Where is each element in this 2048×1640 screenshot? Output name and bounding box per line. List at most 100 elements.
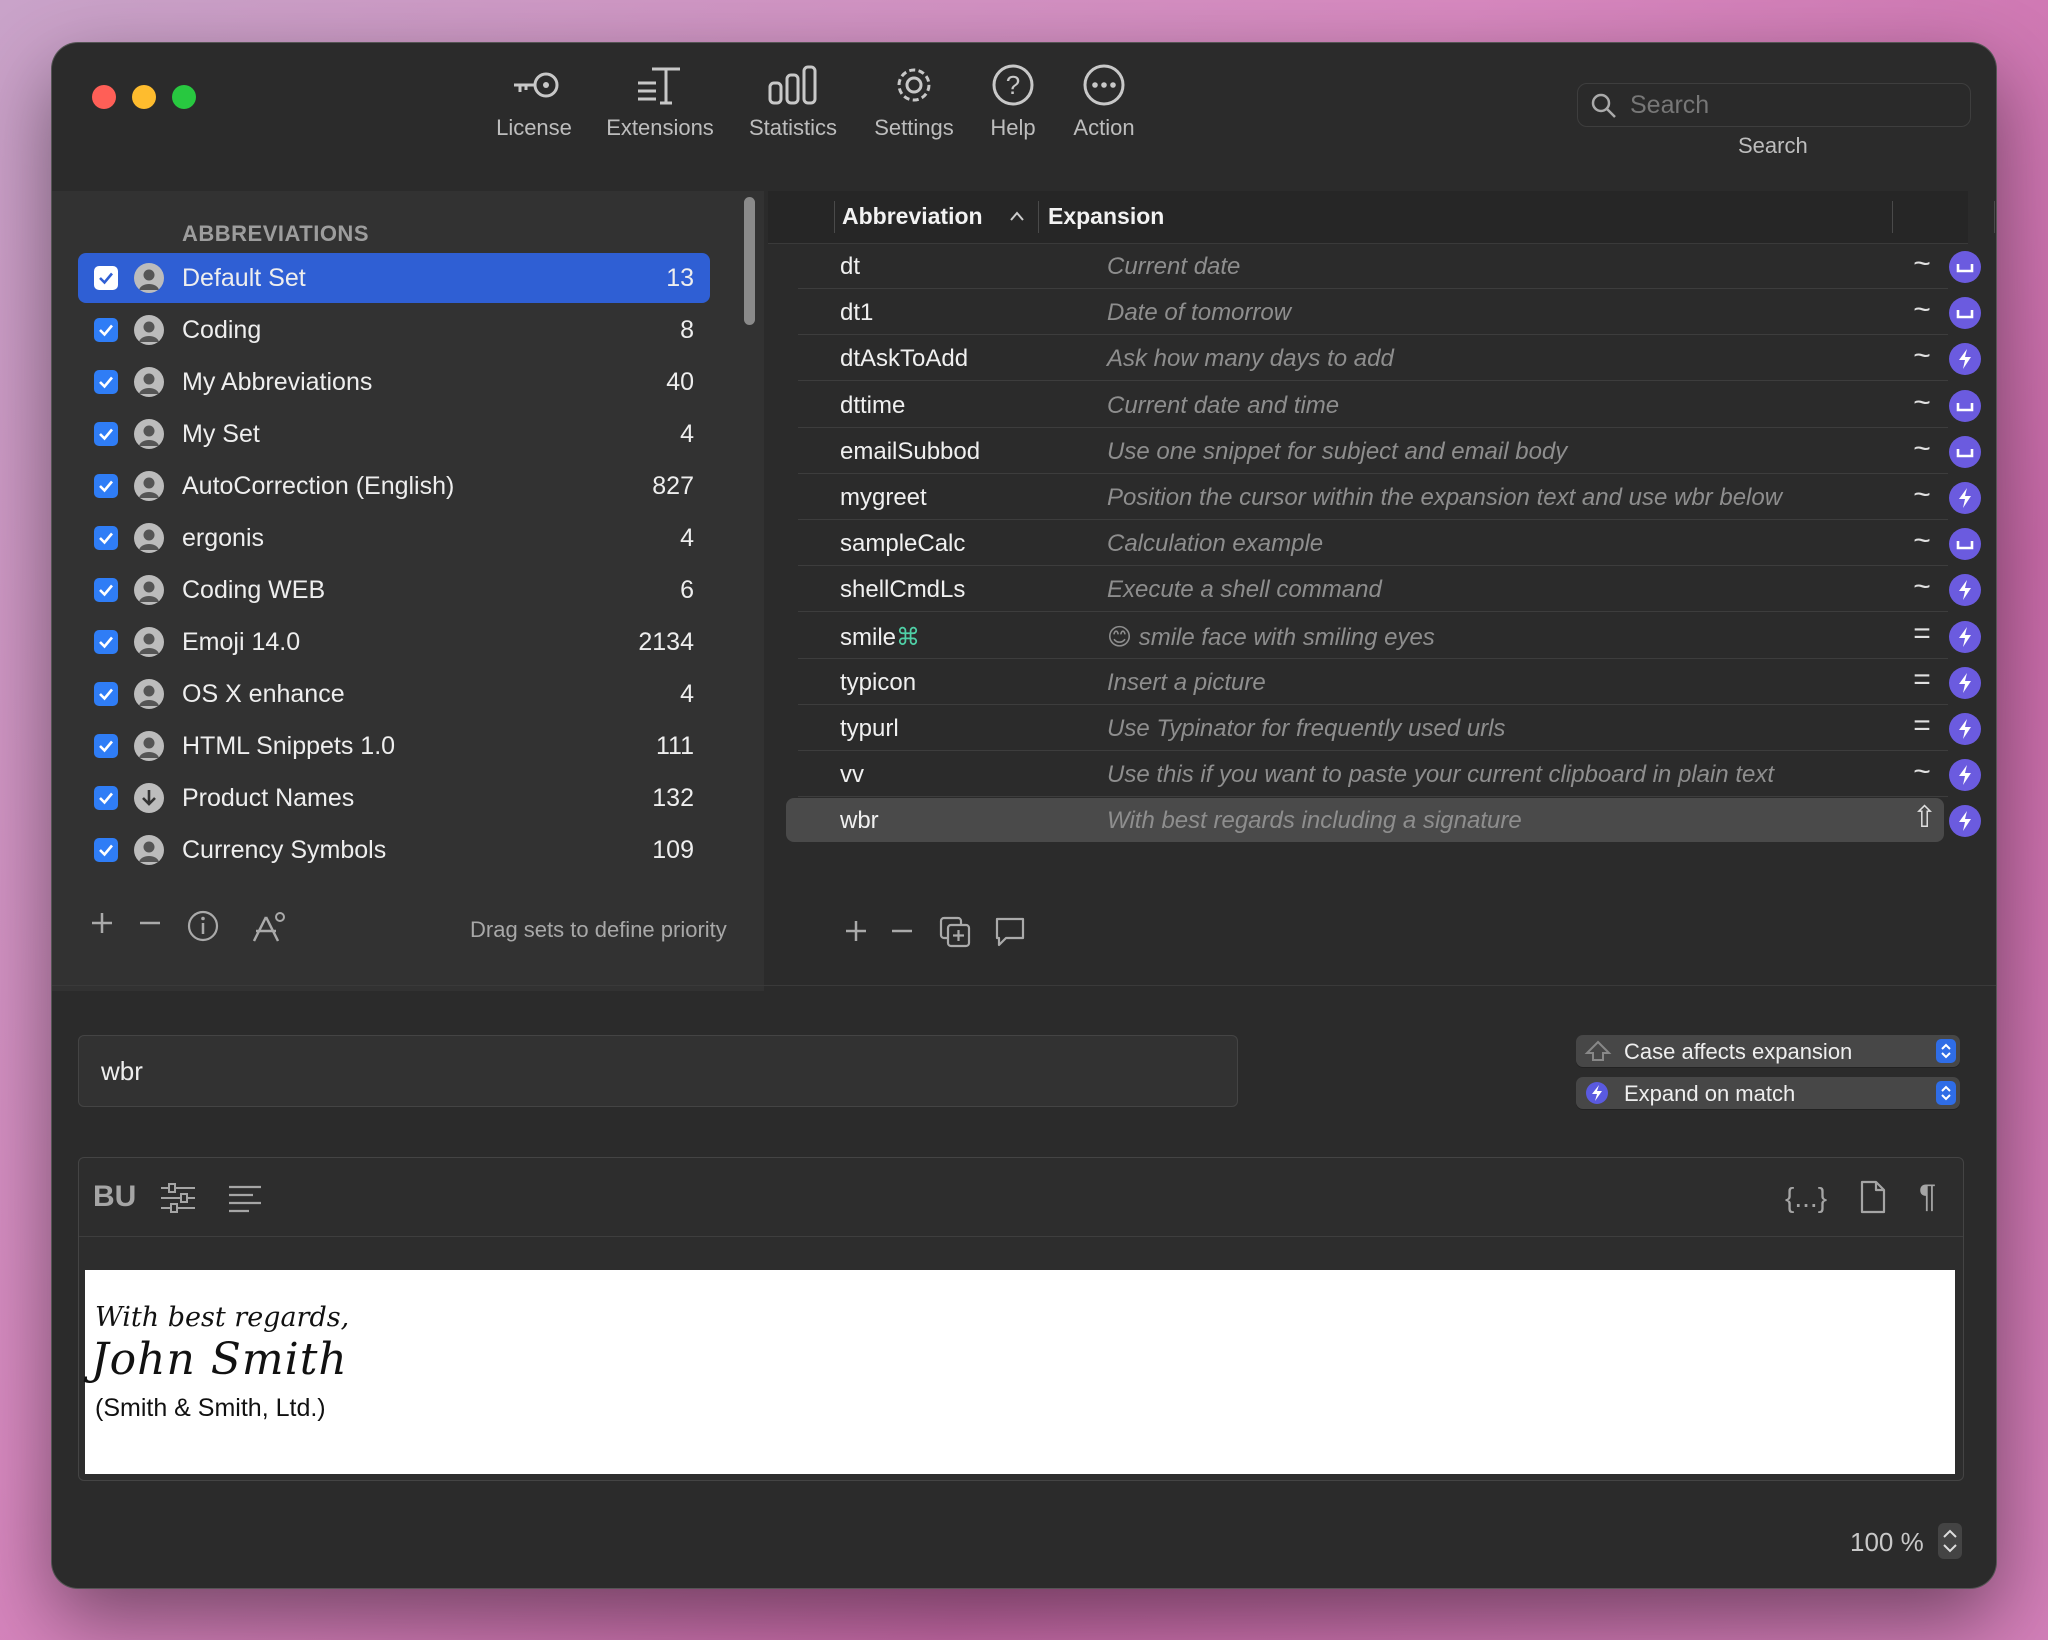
table-row[interactable]: emailSubbod Use one snippet for subject a… <box>768 428 1981 474</box>
set-item[interactable]: ergonis 4 <box>78 513 710 563</box>
column-expansion[interactable]: Expansion <box>1048 203 1164 230</box>
set-enabled-checkbox[interactable] <box>94 318 118 342</box>
expansion-cell: Use Typinator for frequently used urls <box>1107 715 1506 742</box>
appstore-icon <box>252 912 285 942</box>
duplicate-button[interactable] <box>938 915 972 954</box>
match-mode-indicator: ~ <box>1913 570 1931 604</box>
set-enabled-checkbox[interactable] <box>94 734 118 758</box>
abbreviation-cell: typicon <box>840 668 917 696</box>
set-enabled-checkbox[interactable] <box>94 526 118 550</box>
shift-icon <box>1584 1040 1612 1061</box>
table-row[interactable]: mygreet Position the cursor within the ex… <box>768 474 1981 520</box>
toolbar: License Extensions Statistics Settings ?… <box>52 61 1996 191</box>
appstore-button[interactable] <box>248 909 288 950</box>
remove-abbreviation-button[interactable] <box>888 917 916 950</box>
plus-icon <box>92 913 112 933</box>
set-item[interactable]: Coding WEB 6 <box>78 565 710 615</box>
settings-button[interactable]: Settings <box>864 61 964 181</box>
set-item[interactable]: OS X enhance 4 <box>78 669 710 719</box>
person-icon <box>134 419 164 449</box>
scrollbar-thumb[interactable] <box>744 197 755 325</box>
set-item[interactable]: My Set 4 <box>78 409 710 459</box>
show-invisibles-button[interactable]: ¶ <box>1919 1178 1936 1215</box>
space-icon <box>1949 389 1981 422</box>
set-item[interactable]: Currency Symbols 109 <box>78 825 710 875</box>
command-symbol: ⌘ <box>896 623 921 651</box>
set-enabled-checkbox[interactable] <box>94 786 118 810</box>
set-item[interactable]: Default Set 13 <box>78 253 710 303</box>
set-item[interactable]: Coding 8 <box>78 305 710 355</box>
action-button[interactable]: Action <box>1064 61 1144 181</box>
table-row[interactable]: wbr With best regards including a signatu… <box>768 797 1981 843</box>
match-mode-indicator: = <box>1913 709 1931 742</box>
expansion-content[interactable]: With best regards, John Smith (Smith & S… <box>85 1270 1955 1474</box>
plus-icon <box>846 921 866 941</box>
set-count: 827 <box>652 472 694 500</box>
set-count: 40 <box>666 368 694 396</box>
table-row[interactable]: typurl Use Typinator for frequently used … <box>768 705 1981 751</box>
text-style-button[interactable]: BU <box>93 1180 136 1214</box>
set-item[interactable]: Emoji 14.0 2134 <box>78 617 710 667</box>
expansion-cell: 😊 smile face with smiling eyes <box>1107 623 1435 651</box>
insert-file-button[interactable] <box>1859 1180 1887 1222</box>
set-enabled-checkbox[interactable] <box>94 578 118 602</box>
bolt-icon <box>1949 805 1981 838</box>
set-name: Default Set <box>182 264 306 292</box>
case-option-popup[interactable]: Case affects expansion <box>1576 1035 1960 1067</box>
ellipsis-icon <box>1083 64 1125 106</box>
checkmark-icon <box>99 636 113 649</box>
set-count: 8 <box>680 316 694 344</box>
table-row[interactable]: vv Use this if you want to paste your cur… <box>768 751 1981 798</box>
bolt-icon <box>1949 713 1981 745</box>
abbreviation-field[interactable]: wbr <box>78 1035 1238 1107</box>
comment-button[interactable] <box>992 915 1028 954</box>
help-button[interactable]: ? Help <box>982 61 1044 181</box>
set-item[interactable]: HTML Snippets 1.0 111 <box>78 721 710 771</box>
table-row[interactable]: dt1 Date of tomorrow ~ <box>768 289 1981 336</box>
expansion-cell: Use this if you want to paste your curre… <box>1107 761 1775 789</box>
emoji: 😊 <box>1107 623 1133 651</box>
sets-scrollbar[interactable] <box>738 191 760 901</box>
table-row[interactable]: dt Current date ~ <box>768 243 1981 289</box>
search-input[interactable] <box>1628 88 1952 122</box>
search-field[interactable] <box>1577 83 1971 127</box>
set-info-button[interactable] <box>186 909 220 948</box>
set-enabled-checkbox[interactable] <box>94 682 118 706</box>
expansion-cell: Use one snippet for subject and email bo… <box>1107 437 1568 465</box>
set-name: Coding <box>182 316 262 344</box>
set-item[interactable]: AutoCorrection (English) 827 <box>78 461 710 511</box>
table-row[interactable]: sampleCalc Calculation example ~ <box>768 520 1981 567</box>
set-item[interactable]: Product Names 132 <box>78 773 710 823</box>
expand-option-popup[interactable]: Expand on match <box>1576 1077 1960 1109</box>
set-enabled-checkbox[interactable] <box>94 422 118 446</box>
statistics-button[interactable]: Statistics <box>738 61 848 181</box>
match-mode-indicator: ~ <box>1913 293 1931 327</box>
add-set-button[interactable] <box>88 909 116 942</box>
set-enabled-checkbox[interactable] <box>94 838 118 862</box>
set-enabled-checkbox[interactable] <box>94 370 118 394</box>
remove-set-button[interactable] <box>136 909 164 942</box>
set-item[interactable]: My Abbreviations 40 <box>78 357 710 407</box>
table-row[interactable]: dttime Current date and time ~ <box>768 382 1981 428</box>
set-name: My Abbreviations <box>182 368 373 396</box>
alignment-button[interactable] <box>227 1184 263 1222</box>
add-abbreviation-button[interactable] <box>842 917 870 950</box>
format-settings-button[interactable] <box>159 1182 197 1222</box>
set-enabled-checkbox[interactable] <box>94 474 118 498</box>
set-name: HTML Snippets 1.0 <box>182 732 396 760</box>
table-row[interactable]: typicon Insert a picture = <box>768 659 1981 705</box>
abbreviation-cell: sampleCalc <box>840 530 966 558</box>
info-icon <box>187 910 219 942</box>
set-enabled-checkbox[interactable] <box>94 630 118 654</box>
extensions-button[interactable]: Extensions <box>600 61 720 181</box>
set-name: My Set <box>182 420 260 448</box>
column-abbreviation[interactable]: Abbreviation <box>842 203 983 230</box>
table-row[interactable]: dtAskToAdd Ask how many days to add ~ <box>768 335 1981 382</box>
zoom-stepper[interactable] <box>1938 1523 1962 1559</box>
license-button[interactable]: License <box>488 61 580 181</box>
insert-variable-button[interactable]: {...} <box>1785 1182 1827 1214</box>
set-enabled-checkbox[interactable] <box>94 266 118 290</box>
table-row[interactable]: shellCmdLs Execute a shell command ~ <box>768 566 1981 613</box>
table-row[interactable]: smile⌘ 😊 smile face with smiling eyes = <box>768 613 1981 659</box>
checkmark-icon <box>99 688 113 701</box>
